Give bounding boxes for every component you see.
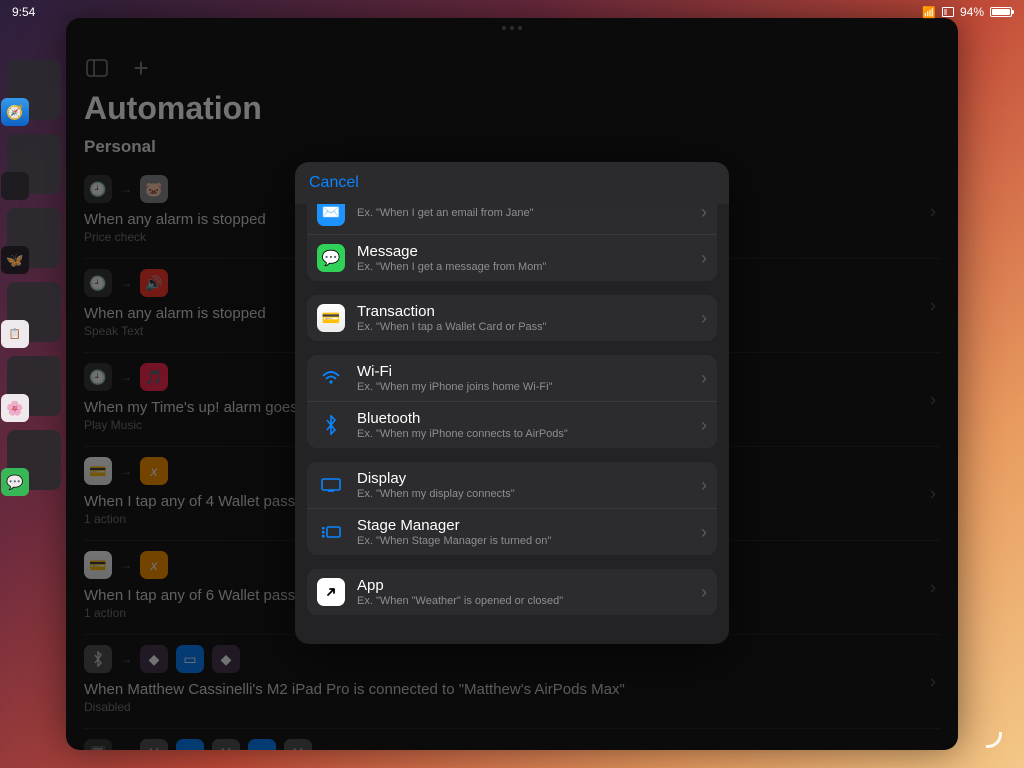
stage-thumb[interactable]: 🧭 (7, 60, 61, 120)
trigger-title: Transaction (357, 303, 689, 320)
trigger-row-stagemanager[interactable]: Stage Manager Ex. "When Stage Manager is… (307, 508, 717, 555)
status-right: 94% (922, 5, 1012, 19)
safari-icon: 🧭 (1, 98, 29, 126)
app-icon (1, 172, 29, 200)
trigger-desc: Ex. "When I get a message from Mom" (357, 261, 689, 273)
trigger-desc: Ex. "When my display connects" (357, 488, 689, 500)
mail-icon: ✉️ (317, 204, 345, 226)
trigger-row-app[interactable]: App Ex. "When "Weather" is opened or clo… (307, 569, 717, 615)
chevron-right-icon: › (701, 415, 707, 436)
messages-icon: 💬 (1, 468, 29, 496)
trigger-desc: Ex. "When I get an email from Jane" (357, 207, 689, 219)
trigger-desc: Ex. "When my iPhone joins home Wi-Fi" (357, 381, 689, 393)
message-icon: 💬 (317, 244, 345, 272)
reminders-icon: 📋 (1, 320, 29, 348)
status-bar: 9:54 94% (0, 4, 1024, 20)
trigger-row-bluetooth[interactable]: Bluetooth Ex. "When my iPhone connects t… (307, 401, 717, 448)
trigger-row-wifi[interactable]: Wi-Fi Ex. "When my iPhone joins home Wi-… (307, 355, 717, 401)
trigger-group: 💳 Transaction Ex. "When I tap a Wallet C… (307, 295, 717, 341)
photos-icon: 🌸 (1, 394, 29, 422)
trigger-row-transaction[interactable]: 💳 Transaction Ex. "When I tap a Wallet C… (307, 295, 717, 341)
trigger-title: App (357, 577, 689, 594)
stage-thumb[interactable]: 💬 (7, 430, 61, 490)
trigger-title: Message (357, 243, 689, 260)
battery-percent: 94% (960, 5, 984, 19)
battery-icon (990, 7, 1012, 17)
sheet-header: Cancel (295, 162, 729, 204)
wifi-icon (317, 364, 345, 392)
trigger-desc: Ex. "When I tap a Wallet Card or Pass" (357, 321, 689, 333)
stagemanager-status-icon (942, 7, 954, 17)
trigger-title: Bluetooth (357, 410, 689, 427)
trigger-row-display[interactable]: Display Ex. "When my display connects" › (307, 462, 717, 508)
trigger-group: App Ex. "When "Weather" is opened or clo… (307, 569, 717, 615)
trigger-group: Wi-Fi Ex. "When my iPhone joins home Wi-… (307, 355, 717, 448)
chevron-right-icon: › (701, 248, 707, 269)
chevron-right-icon: › (701, 368, 707, 389)
status-time: 9:54 (12, 5, 35, 19)
trigger-desc: Ex. "When Stage Manager is turned on" (357, 535, 689, 547)
chevron-right-icon: › (701, 308, 707, 329)
bluetooth-icon (317, 411, 345, 439)
trigger-group: Display Ex. "When my display connects" ›… (307, 462, 717, 555)
trigger-row-email[interactable]: ✉️ Ex. "When I get an email from Jane" › (307, 204, 717, 234)
chevron-right-icon: › (701, 582, 707, 603)
trigger-group: ✉️ Ex. "When I get an email from Jane" ›… (307, 204, 717, 281)
sheet-body[interactable]: ✉️ Ex. "When I get an email from Jane" ›… (295, 204, 729, 644)
resize-indicator-icon[interactable] (986, 732, 1002, 748)
trigger-picker-sheet: Cancel ✉️ Ex. "When I get an email from … (295, 162, 729, 644)
stage-manager-strip: 🧭 🦋 📋 🌸 💬 (4, 60, 64, 728)
trigger-title: Wi-Fi (357, 363, 689, 380)
trigger-row-message[interactable]: 💬 Message Ex. "When I get a message from… (307, 234, 717, 281)
stage-thumb[interactable]: 📋 (7, 282, 61, 342)
display-icon (317, 471, 345, 499)
butterflies-icon: 🦋 (1, 246, 29, 274)
stagemanager-icon (317, 518, 345, 546)
stage-thumb[interactable]: 🌸 (7, 356, 61, 416)
trigger-desc: Ex. "When "Weather" is opened or closed" (357, 595, 689, 607)
app-icon (317, 578, 345, 606)
trigger-desc: Ex. "When my iPhone connects to AirPods" (357, 428, 689, 440)
chevron-right-icon: › (701, 522, 707, 543)
trigger-title: Stage Manager (357, 517, 689, 534)
stage-thumb[interactable]: 🦋 (7, 208, 61, 268)
trigger-title: Display (357, 470, 689, 487)
wallet-icon: 💳 (317, 304, 345, 332)
chevron-right-icon: › (701, 204, 707, 223)
wifi-icon (922, 5, 936, 19)
stage-thumb[interactable] (7, 134, 61, 194)
shortcuts-window: + Automation Personal 🕘 → 🐷 When any ala… (66, 18, 958, 750)
cancel-button[interactable]: Cancel (309, 174, 359, 192)
chevron-right-icon: › (701, 475, 707, 496)
